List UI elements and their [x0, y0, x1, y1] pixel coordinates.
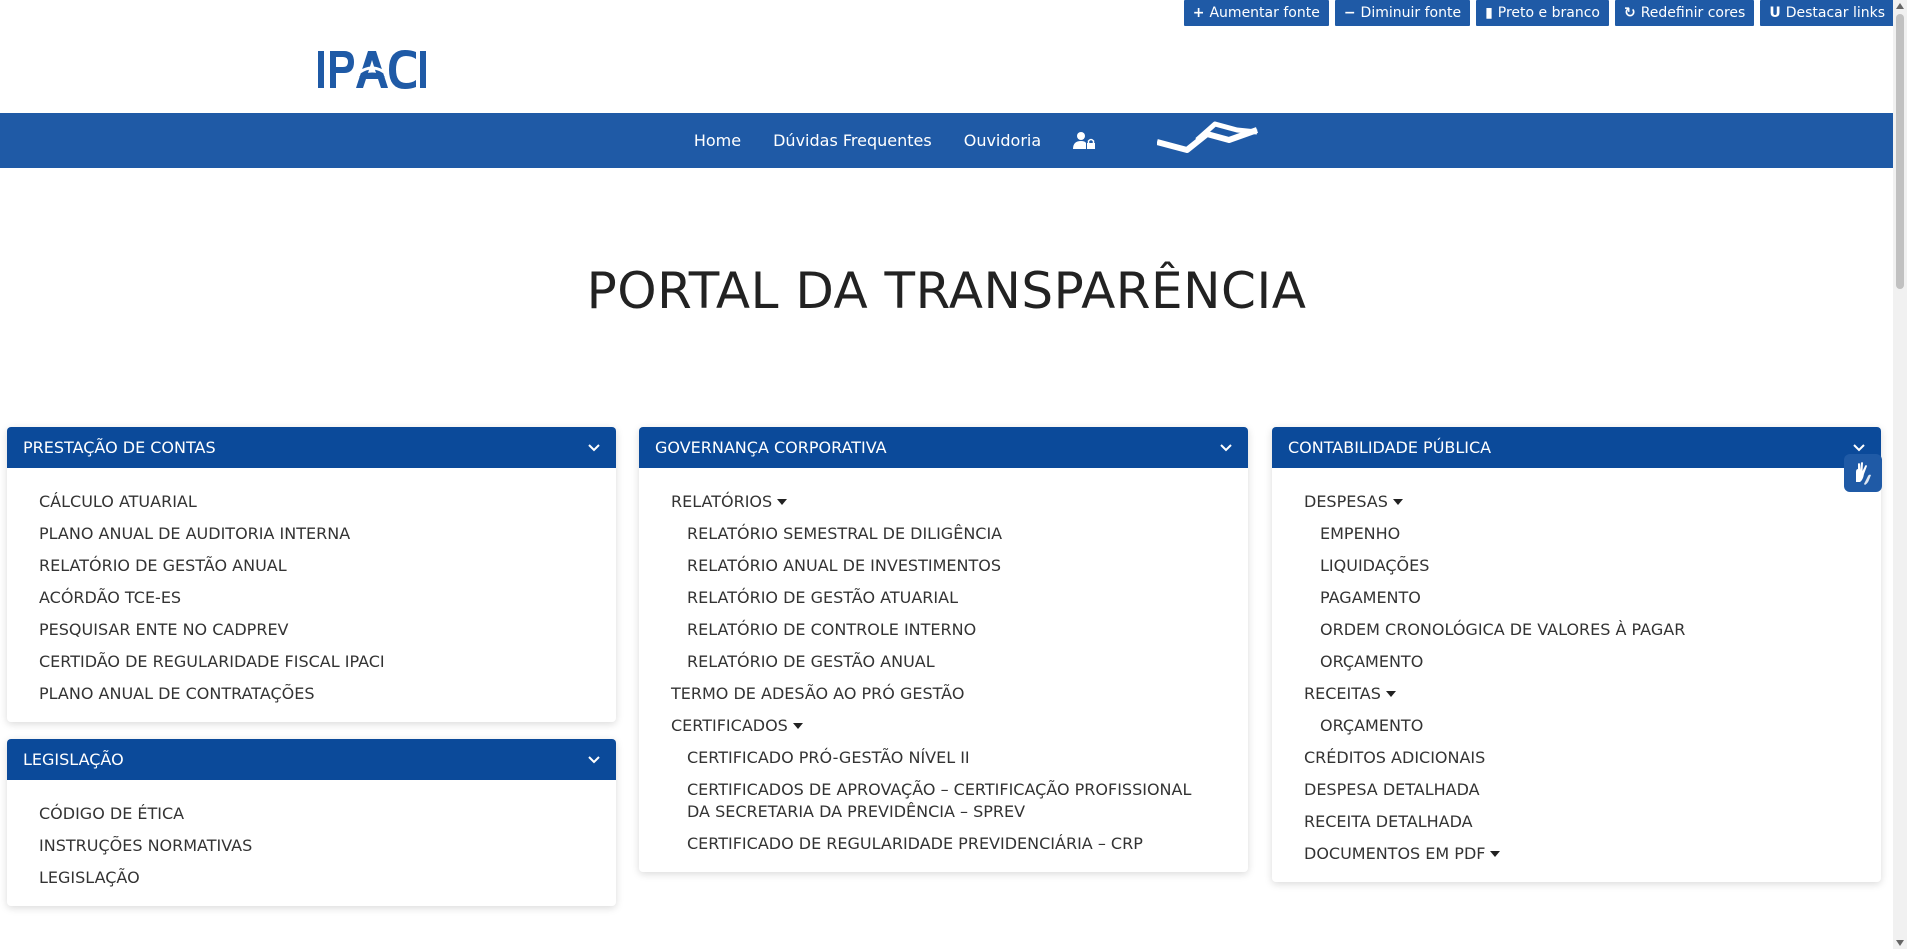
panel-legislacao: LEGISLAÇÃO CÓDIGO DE ÉTICA INSTRUÇÕES NO… [7, 739, 616, 906]
caret-down-icon [792, 723, 803, 729]
link-orcamento-despesas[interactable]: ORÇAMENTO [1272, 646, 1881, 678]
caret-down-icon [777, 499, 788, 505]
menu-relatorios[interactable]: RELATÓRIOS [639, 486, 1248, 518]
link-relatorio-controle[interactable]: RELATÓRIO DE CONTROLE INTERNO [639, 614, 1248, 646]
plus-icon: + [1192, 5, 1205, 21]
panel-header-governanca[interactable]: GOVERNANÇA CORPORATIVA [639, 427, 1248, 468]
nav-home[interactable]: Home [694, 131, 741, 150]
menu-receitas[interactable]: RECEITAS [1272, 678, 1881, 710]
nav-faq[interactable]: Dúvidas Frequentes [773, 131, 932, 150]
decrease-font-button[interactable]: − Diminuir fonte [1334, 0, 1471, 26]
panel-title: PRESTAÇÃO DE CONTAS [23, 438, 216, 457]
link-ordem-cronologica[interactable]: ORDEM CRONOLÓGICA DE VALORES À PAGAR [1272, 614, 1881, 646]
scroll-up-icon[interactable] [1896, 3, 1904, 9]
panel-body-governanca: RELATÓRIOS RELATÓRIO SEMESTRAL DE DILIGÊ… [639, 468, 1248, 872]
link-receita-detalhada[interactable]: RECEITA DETALHADA [1272, 806, 1881, 838]
link-certidao-fiscal[interactable]: CERTIDÃO DE REGULARIDADE FISCAL IPACI [7, 646, 616, 678]
caret-down-icon [1385, 691, 1396, 697]
column-middle: GOVERNANÇA CORPORATIVA RELATÓRIOS RELATÓ… [639, 427, 1248, 889]
accessibility-toolbar: + Aumentar fonte − Diminuir fonte ▮ Preto e… [1183, 0, 1894, 26]
link-termo-adesao[interactable]: TERMO DE ADESÃO AO PRÓ GESTÃO [639, 678, 1248, 710]
panel-body-contabilidade: DESPESAS EMPENHO LIQUIDAÇÕES PAGAMENTO O… [1272, 468, 1881, 882]
link-cadprev[interactable]: PESQUISAR ENTE NO CADPREV [7, 614, 616, 646]
link-plano-auditoria[interactable]: PLANO ANUAL DE AUDITORIA INTERNA [7, 518, 616, 550]
link-despesa-detalhada[interactable]: DESPESA DETALHADA [1272, 774, 1881, 806]
reset-colors-button[interactable]: ↻ Redefinir cores [1614, 0, 1755, 26]
link-pagamento[interactable]: PAGAMENTO [1272, 582, 1881, 614]
panel-title: GOVERNANÇA CORPORATIVA [655, 438, 887, 457]
panel-prestacao-de-contas: PRESTAÇÃO DE CONTAS CÁLCULO ATUARIAL PLA… [7, 427, 616, 722]
link-certificado-pro-gestao[interactable]: CERTIFICADO PRÓ-GESTÃO NÍVEL II [639, 742, 1248, 774]
panel-body-legislacao: CÓDIGO DE ÉTICA INSTRUÇÕES NORMATIVAS LE… [7, 780, 616, 906]
link-creditos-adicionais[interactable]: CRÉDITOS ADICIONAIS [1272, 742, 1881, 774]
refresh-icon: ↻ [1623, 5, 1636, 21]
caret-down-icon [1392, 499, 1403, 505]
underline-icon: U [1769, 5, 1781, 21]
minus-icon: − [1343, 5, 1356, 21]
chevron-down-icon [1220, 443, 1232, 451]
link-legislacao[interactable]: LEGISLAÇÃO [7, 862, 616, 894]
scroll-down-icon[interactable] [1896, 940, 1904, 946]
nav-menu: Home Dúvidas Frequentes Ouvidoria [694, 120, 1259, 162]
link-liquidacoes[interactable]: LIQUIDAÇÕES [1272, 550, 1881, 582]
link-instrucoes-normativas[interactable]: INSTRUÇÕES NORMATIVAS [7, 830, 616, 862]
panel-contabilidade: CONTABILIDADE PÚBLICA DESPESAS EMPENHO L… [1272, 427, 1881, 882]
logo-image [318, 50, 426, 89]
link-codigo-etica[interactable]: CÓDIGO DE ÉTICA [7, 798, 616, 830]
link-calculo-atuarial[interactable]: CÁLCULO ATUARIAL [7, 486, 616, 518]
panel-header-legislacao[interactable]: LEGISLAÇÃO [7, 739, 616, 780]
panel-title: LEGISLAÇÃO [23, 750, 124, 769]
chevron-down-icon [588, 443, 600, 451]
scroll-thumb[interactable] [1896, 14, 1904, 289]
link-plano-contratacoes[interactable]: PLANO ANUAL DE CONTRATAÇÕES [7, 678, 616, 710]
page-title: PORTAL DA TRANSPARÊNCIA [586, 262, 1307, 320]
link-certificados-aprovacao[interactable]: CERTIFICADOS DE APROVAÇÃO – CERTIFICAÇÃO… [639, 774, 1248, 828]
link-certificado-crp[interactable]: CERTIFICADO DE REGULARIDADE PREVIDENCIÁR… [639, 828, 1248, 860]
menu-certificados[interactable]: CERTIFICADOS [639, 710, 1248, 742]
increase-font-button[interactable]: + Aumentar fonte [1183, 0, 1329, 26]
chevron-down-icon [1853, 443, 1865, 451]
panel-governanca: GOVERNANÇA CORPORATIVA RELATÓRIOS RELATÓ… [639, 427, 1248, 872]
link-relatorio-semestral[interactable]: RELATÓRIO SEMESTRAL DE DILIGÊNCIA [639, 518, 1248, 550]
panel-title: CONTABILIDADE PÚBLICA [1288, 438, 1492, 457]
link-relatorio-investimentos[interactable]: RELATÓRIO ANUAL DE INVESTIMENTOS [639, 550, 1248, 582]
user-lock-icon[interactable] [1073, 131, 1096, 151]
panel-body-prestacao: CÁLCULO ATUARIAL PLANO ANUAL DE AUDITORI… [7, 468, 616, 722]
panel-header-contabilidade[interactable]: CONTABILIDADE PÚBLICA [1272, 427, 1881, 468]
nav-ombudsman[interactable]: Ouvidoria [964, 131, 1041, 150]
link-acordao-tce[interactable]: ACÓRDÃO TCE-ES [7, 582, 616, 614]
chevron-down-icon [588, 755, 600, 763]
column-left: PRESTAÇÃO DE CONTAS CÁLCULO ATUARIAL PLA… [7, 427, 616, 923]
panel-header-prestacao[interactable]: PRESTAÇÃO DE CONTAS [7, 427, 616, 468]
menu-documentos-pdf[interactable]: DOCUMENTOS EM PDF [1272, 838, 1881, 870]
highlight-links-button[interactable]: U Destacar links [1760, 0, 1894, 26]
vlibras-hands-icon[interactable] [1844, 454, 1882, 492]
brush-icon: ▮ [1485, 5, 1493, 21]
link-orcamento-receitas[interactable]: ORÇAMENTO [1272, 710, 1881, 742]
link-relatorio-atuarial[interactable]: RELATÓRIO DE GESTÃO ATUARIAL [639, 582, 1248, 614]
ipaci-logo[interactable] [318, 48, 453, 96]
emblem-icon [1156, 120, 1259, 162]
main-navbar: Home Dúvidas Frequentes Ouvidoria [0, 113, 1893, 168]
page-scrollbar[interactable] [1893, 0, 1907, 949]
menu-despesas[interactable]: DESPESAS [1272, 486, 1881, 518]
grayscale-button[interactable]: ▮ Preto e branco [1476, 0, 1609, 26]
caret-down-icon [1490, 851, 1501, 857]
link-relatorio-gestao-anual[interactable]: RELATÓRIO DE GESTÃO ANUAL [7, 550, 616, 582]
link-empenho[interactable]: EMPENHO [1272, 518, 1881, 550]
link-relatorio-gestao[interactable]: RELATÓRIO DE GESTÃO ANUAL [639, 646, 1248, 678]
column-right: CONTABILIDADE PÚBLICA DESPESAS EMPENHO L… [1272, 427, 1881, 899]
